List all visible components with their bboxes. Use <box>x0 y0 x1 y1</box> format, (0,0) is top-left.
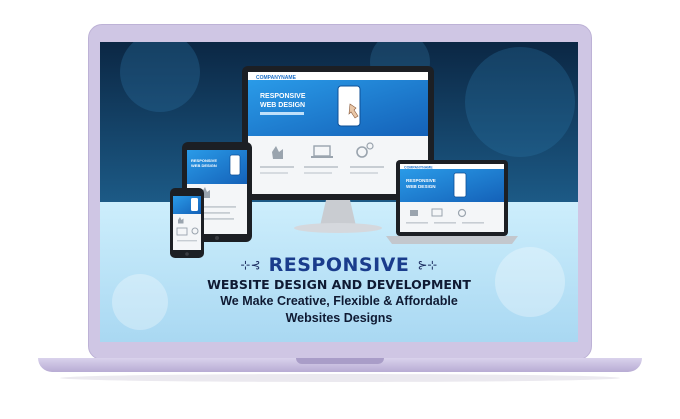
banner-title: RESPONSIVE <box>268 254 410 276</box>
phone-device <box>170 188 204 258</box>
ornament-right: ⊱⊹ <box>417 258 438 272</box>
banner-tagline-line1: We Make Creative, Flexible & Affordable <box>220 294 458 308</box>
bokeh-circle <box>465 47 575 157</box>
laptop-device: COMPANYNAME RESPONSIVE WEB DESIGN <box>386 160 518 244</box>
banner-subtitle: WEBSITE DESIGN AND DEVELOPMENT <box>207 277 471 292</box>
laptop-shadow <box>60 374 620 382</box>
ornament-left: ⊹⊰ <box>240 258 261 272</box>
laptop-keyboard-base <box>386 236 518 244</box>
banner-text: ⊹⊰ RESPONSIVE ⊱⊹ WEBSITE DESIGN AND DEVE… <box>100 254 578 326</box>
title-row: ⊹⊰ RESPONSIVE ⊱⊹ <box>100 254 578 276</box>
tablet-heading-2: WEB DESIGN <box>191 163 217 168</box>
hand-pointer-icon <box>410 210 418 216</box>
monitor-heading-2: WEB DESIGN <box>260 102 305 109</box>
laptop-notch <box>296 358 384 364</box>
laptop-heading-2: WEB DESIGN <box>406 184 436 189</box>
laptop-heading-1: RESPONSIVE <box>406 178 436 183</box>
monitor-stand <box>320 200 356 226</box>
laptop-screen: COMPANYNAME RESPONSIVE WEB DESIGN COMPAN… <box>100 42 578 342</box>
monitor-heading-1: RESPONSIVE <box>260 93 306 100</box>
laptop-brand-text: COMPANYNAME <box>404 166 433 170</box>
banner-tagline-line2: Websites Designs <box>285 311 393 325</box>
